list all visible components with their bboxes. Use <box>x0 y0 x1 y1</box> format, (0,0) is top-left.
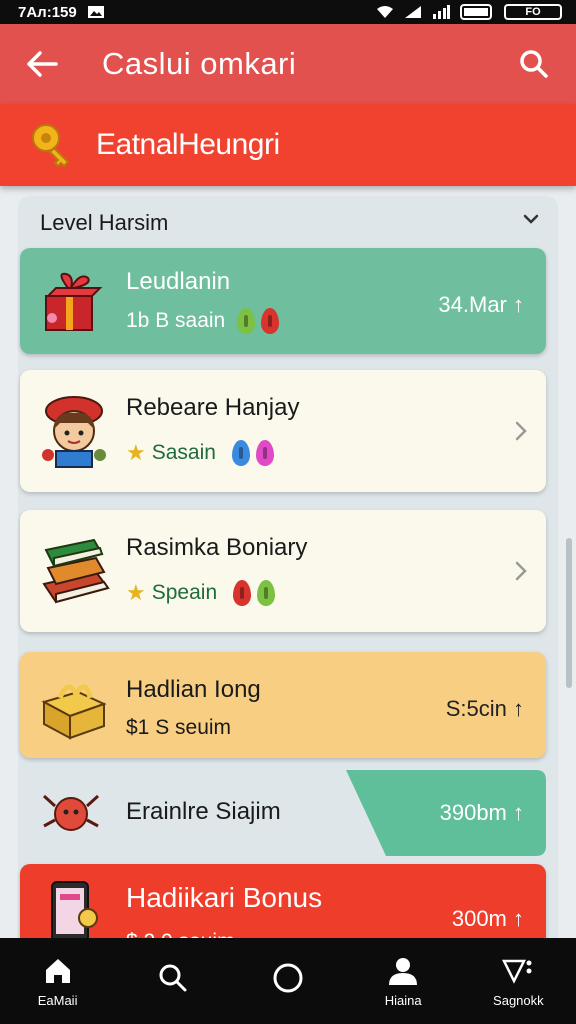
card-value: 300m ↑ <box>451 906 524 931</box>
settings-icon <box>502 959 532 984</box>
wifi-icon <box>377 6 393 18</box>
arrow-left-icon <box>27 51 58 77</box>
card-subtitle-text: $1 S seuim <box>126 716 232 739</box>
card-title: Hadiikari Bonus <box>126 882 323 913</box>
character-avatar-icon <box>42 396 106 468</box>
scrollbar-thumb[interactable] <box>566 538 572 688</box>
key-icon <box>32 124 70 168</box>
image-notification-icon <box>87 6 104 18</box>
card-title: Rebeare Hanjay <box>126 394 300 421</box>
star-icon: ★ <box>126 580 146 605</box>
green-drop-icon <box>257 580 276 606</box>
card-title: Leudlanin <box>126 268 231 295</box>
card-subtitle: $1 S seuim <box>126 716 231 740</box>
green-drop-icon <box>237 308 256 334</box>
row-title: Erainlre Siajim <box>126 798 281 825</box>
card-value: 34.Mar ↑ <box>438 292 524 317</box>
reward-card[interactable]: Leudlanin 1b B saain 34.Mar ↑ <box>20 248 546 354</box>
star-icon: ★ <box>126 440 146 465</box>
card-subtitle-text: Speain <box>151 581 218 604</box>
panel-title: Level Harsim <box>40 210 169 235</box>
reward-card[interactable]: Rebeare Hanjay ★ Sasain <box>20 370 546 492</box>
bottom-nav: EaMaii Hiaina Sagnokk <box>0 938 576 1024</box>
blue-drop-icon <box>231 440 250 466</box>
treasure-box-icon <box>41 684 107 740</box>
profile-icon <box>389 957 418 985</box>
card-subtitle: ★ Speain <box>126 580 276 606</box>
search-icon <box>520 50 548 78</box>
back-button[interactable] <box>22 44 62 84</box>
status-time: 7Ал:159 <box>18 3 77 21</box>
category-label: EatnalHeungri <box>96 128 280 161</box>
circle-icon <box>273 963 303 993</box>
row-value: 390bm ↑ <box>439 800 524 825</box>
books-icon <box>42 538 110 604</box>
category-header[interactable]: EatnalHeungri <box>0 104 576 186</box>
search-icon <box>159 964 187 992</box>
nav-profile[interactable]: Hiaina <box>353 955 453 1008</box>
card-subtitle: ★ Sasain <box>126 440 274 466</box>
signal-bars-icon <box>433 5 450 19</box>
nav-center[interactable] <box>238 961 338 1001</box>
battery-outline-icon <box>460 4 492 20</box>
red-drop-icon <box>233 580 252 606</box>
card-title: Rasimka Boniary <box>126 534 308 561</box>
chevron-right-icon[interactable] <box>514 420 528 442</box>
nav-home[interactable]: EaMaii <box>8 955 108 1008</box>
signal-icon <box>405 6 421 18</box>
chevron-down-icon[interactable] <box>522 212 540 226</box>
nav-profile-label: Hiaina <box>384 992 422 1008</box>
chevron-right-icon[interactable] <box>514 560 528 582</box>
reward-card[interactable]: Hadlian Iong $1 S seuim S:5cin ↑ <box>20 652 546 758</box>
red-drop-icon <box>261 308 280 334</box>
search-button[interactable] <box>514 44 554 84</box>
card-title: Hadlian Iong <box>126 676 261 703</box>
battery-indicator: FO <box>504 4 562 20</box>
nav-settings-label: Sagnokk <box>493 992 544 1008</box>
nav-search[interactable] <box>123 962 223 1000</box>
home-icon <box>45 958 70 983</box>
reward-row[interactable]: Erainlre Siajim 390bm ↑ <box>20 770 546 856</box>
app-bar: Caslui omkari <box>0 24 576 104</box>
bug-mascot-icon <box>42 794 100 831</box>
gift-icon <box>45 272 103 331</box>
card-subtitle: 1b B saain <box>126 308 280 334</box>
nav-settings[interactable]: Sagnokk <box>468 955 568 1008</box>
card-subtitle-text: Sasain <box>151 441 216 464</box>
card-subtitle-text: 1b B saain <box>126 309 226 332</box>
card-value: S:5cin ↑ <box>445 696 524 721</box>
app-title: Caslui omkari <box>102 46 297 81</box>
nav-home-label: EaMaii <box>37 992 78 1008</box>
status-bar: 7Ал:159 FO <box>0 0 576 24</box>
pink-drop-icon <box>255 440 274 466</box>
reward-card[interactable]: Rasimka Boniary ★ Speain <box>20 510 546 632</box>
